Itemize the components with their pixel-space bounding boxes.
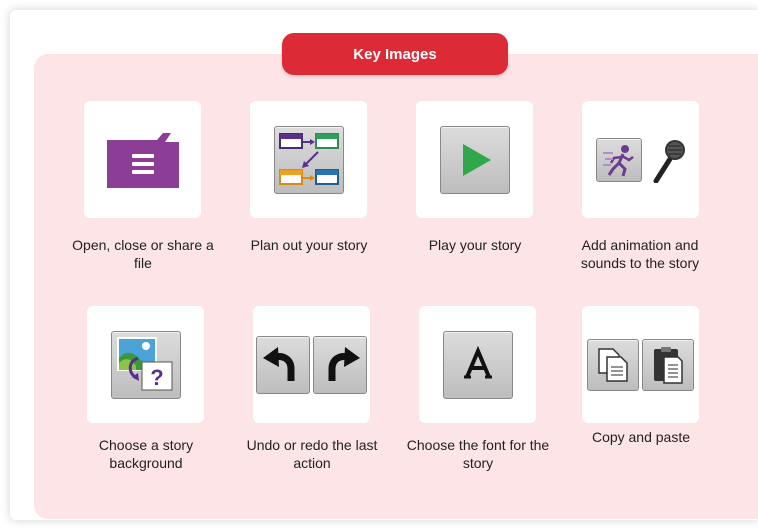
folder-menu-icon [106,132,179,188]
copy-paste-caption: Copy and paste [591,429,691,445]
undo-redo-caption: Undo or redo the last action [246,437,378,471]
paste-icon [642,338,694,391]
microphone-icon [653,139,685,183]
animation-icon [595,137,642,182]
undo-icon [256,335,310,394]
font-tile [419,306,536,423]
undo-redo-tile [253,306,370,423]
svg-text:?: ? [150,365,163,390]
play-story-caption: Play your story [428,237,522,253]
font-caption: Choose the font for the story [406,437,550,471]
key-images-title: Key Images [282,33,508,75]
font-icon [442,330,513,399]
redo-icon [313,335,367,394]
storyboard-plan-icon [273,125,344,194]
copy-paste-tile [582,306,699,423]
open-file-caption: Open, close or share a file [72,237,214,271]
animation-and-microphone-icon [595,137,686,183]
undo-redo-icon [256,335,367,394]
story-background-caption: Choose a story background [98,437,194,471]
open-file-tile [84,101,201,218]
plan-story-tile [250,101,367,218]
story-background-tile: ? [87,306,204,423]
animation-sounds-caption: Add animation and sounds to the story [580,237,700,271]
plan-story-caption: Plan out your story [250,237,368,253]
copy-paste-icon [587,338,694,391]
background-picture-icon: ? [110,330,181,399]
play-story-tile [416,101,533,218]
animation-sounds-tile [582,101,699,218]
play-icon [439,125,510,194]
copy-icon [587,338,639,391]
